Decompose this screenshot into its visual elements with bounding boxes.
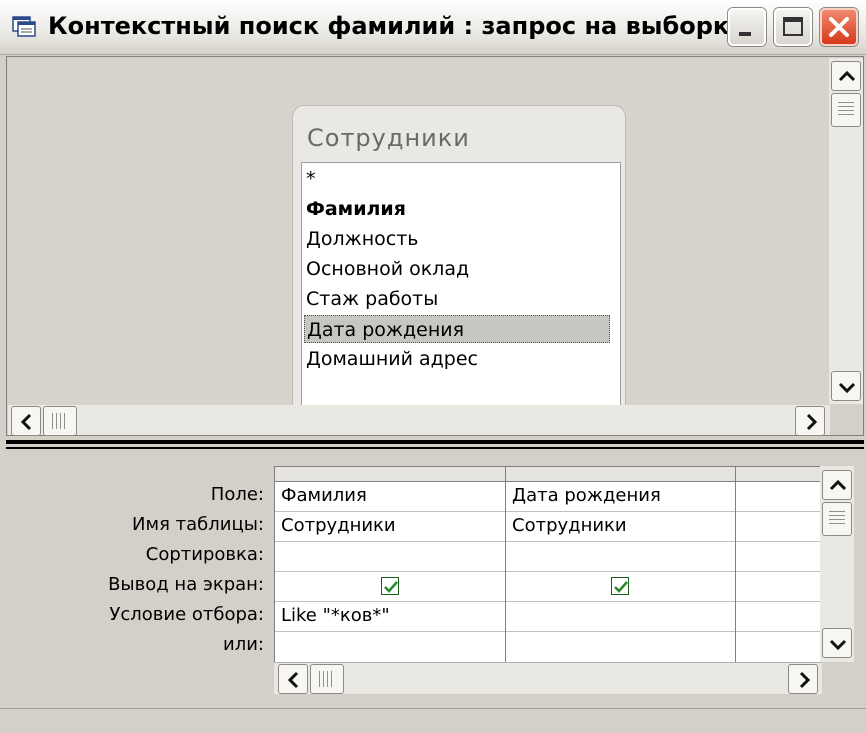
field-list-item-selected[interactable]: Дата рождения [304, 315, 610, 343]
show-checkbox-col1[interactable] [381, 577, 399, 595]
upper-horizontal-scrollbar[interactable] [8, 405, 830, 435]
window-title: Контекстный поиск фамилий : запрос на вы… [48, 12, 745, 40]
cell-show-col3[interactable] [736, 571, 821, 601]
grip-icon [838, 102, 854, 118]
splitter-line [6, 447, 864, 449]
upper-hscroll-thumb[interactable] [43, 406, 77, 436]
minimize-button[interactable] [728, 8, 766, 46]
row-label-field: Поле: [210, 484, 264, 505]
window-bottom-border [0, 708, 866, 733]
cell-sort-col2[interactable] [506, 541, 736, 571]
field-list-item[interactable]: Домашний адрес [306, 345, 478, 373]
scroll-right-button[interactable] [795, 406, 825, 436]
table-box-employees[interactable]: Сотрудники * Фамилия Должность Основной … [292, 105, 626, 406]
row-label-sort: Сортировка: [145, 544, 264, 565]
splitter-line [6, 440, 864, 444]
show-checkbox-col2[interactable] [611, 577, 629, 595]
field-list-item[interactable]: Должность [306, 225, 419, 253]
scroll-left-button[interactable] [11, 406, 41, 436]
cell-field-col3[interactable] [736, 481, 821, 511]
grid-horizontal-scrollbar[interactable] [274, 662, 822, 694]
query-window-icon[interactable] [12, 14, 36, 38]
field-list: * Фамилия Должность Основной оклад Стаж … [301, 162, 621, 406]
grid-scroll-down-button[interactable] [822, 628, 852, 658]
scroll-down-button[interactable] [831, 371, 861, 401]
cell-criteria-col3[interactable] [736, 601, 821, 631]
cell-sort-col3[interactable] [736, 541, 821, 571]
cell-or-col1[interactable] [275, 631, 505, 661]
query-design-grid: Фамилия Сотрудники Like "*ков*" Дата рож… [274, 466, 822, 694]
table-pane-canvas: Сотрудники * Фамилия Должность Основной … [8, 58, 830, 406]
grid-scroll-right-button[interactable] [788, 664, 818, 694]
grip-icon [52, 413, 68, 429]
title-bar[interactable]: Контекстный поиск фамилий : запрос на вы… [0, 0, 866, 55]
field-list-item[interactable]: Основной оклад [306, 255, 469, 283]
pane-splitter[interactable] [6, 438, 864, 452]
row-label-show: Вывод на экран: [108, 574, 264, 595]
cell-table-col1[interactable]: Сотрудники [275, 511, 505, 541]
upper-vscroll-thumb[interactable] [831, 93, 861, 127]
cell-table-col3[interactable] [736, 511, 821, 541]
query-design-window: Контекстный поиск фамилий : запрос на вы… [0, 0, 866, 733]
cell-sort-col1[interactable] [275, 541, 505, 571]
cell-criteria-col2[interactable] [506, 601, 736, 631]
cell-field-col1[interactable]: Фамилия [275, 481, 505, 511]
cell-field-col2[interactable]: Дата рождения [506, 481, 736, 511]
grid-scroll-left-button[interactable] [278, 664, 308, 694]
row-label-or: или: [223, 634, 264, 655]
table-title: Сотрудники [307, 124, 470, 152]
scroll-up-button[interactable] [831, 61, 861, 91]
grid-scroll-up-button[interactable] [822, 470, 852, 500]
cell-table-col2[interactable]: Сотрудники [506, 511, 736, 541]
column-selector-bar[interactable] [275, 467, 821, 482]
maximize-button[interactable] [774, 8, 812, 46]
table-pane: Сотрудники * Фамилия Должность Основной … [6, 56, 864, 436]
row-label-table: Имя таблицы: [132, 514, 264, 535]
close-button[interactable] [820, 8, 858, 46]
grip-icon [829, 511, 845, 527]
design-grid-pane: Поле: Имя таблицы: Сортировка: Вывод на … [6, 454, 864, 706]
grid-vscroll-thumb[interactable] [822, 502, 852, 536]
field-list-item[interactable]: Фамилия [306, 195, 406, 223]
cell-or-col3[interactable] [736, 631, 821, 661]
maximize-icon [776, 17, 810, 48]
cell-criteria-col1[interactable]: Like "*ков*" [275, 601, 505, 631]
grid-hscroll-thumb[interactable] [310, 664, 344, 694]
row-label-criteria: Условие отбора: [109, 604, 264, 625]
cell-or-col2[interactable] [506, 631, 736, 661]
field-list-item[interactable]: * [306, 165, 316, 193]
minimize-icon [730, 29, 764, 48]
grip-icon [319, 671, 335, 687]
field-list-item[interactable]: Стаж работы [306, 285, 438, 313]
close-icon [822, 17, 856, 48]
